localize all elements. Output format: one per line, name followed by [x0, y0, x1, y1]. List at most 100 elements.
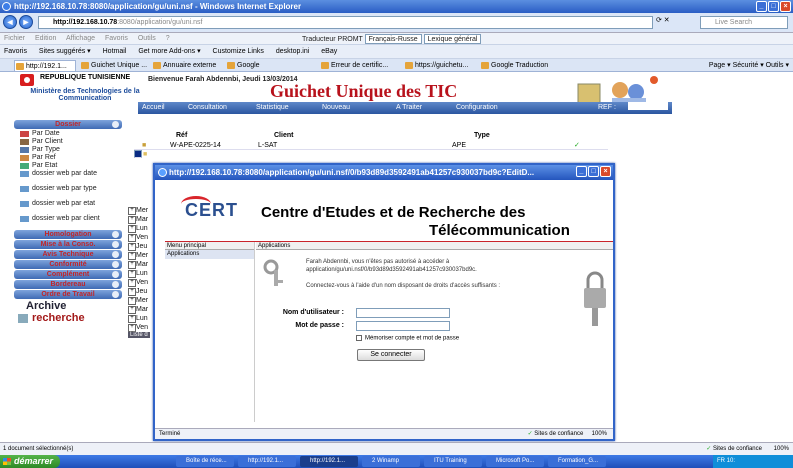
lexique-select[interactable]: Lexique général	[423, 34, 482, 44]
page-tools[interactable]: Page ▾ Sécurité ▾ Outils ▾	[709, 59, 789, 72]
fav-ebay[interactable]: eBay	[321, 48, 337, 55]
nav-consultation[interactable]: Consultation	[188, 102, 227, 114]
popup-zoom[interactable]: 100%	[592, 431, 607, 437]
toggle-icon[interactable]	[112, 281, 119, 288]
taskbar-item[interactable]: Boîte de réce...	[176, 456, 234, 467]
fav-addons[interactable]: Get more Add-ons ▾	[138, 48, 200, 55]
popup-maximize-button[interactable]: □	[588, 166, 599, 177]
sidebar-recherche[interactable]: recherche	[14, 312, 122, 324]
fav-customize[interactable]: Customize Links	[213, 48, 264, 55]
checkbox-icon[interactable]	[356, 335, 362, 341]
toggle-icon[interactable]	[112, 231, 119, 238]
sidebar-avis-technique[interactable]: Avis Technique	[14, 250, 122, 259]
menu-help[interactable]: ?	[166, 35, 170, 42]
col-client[interactable]: Client	[274, 132, 293, 139]
sidebar-mise-conso[interactable]: Mise à la Conso.	[14, 240, 122, 249]
menu-edition[interactable]: Edition	[35, 35, 56, 42]
sidebar-item-par-etat[interactable]: Par Etat	[14, 162, 122, 170]
password-input[interactable]	[356, 321, 450, 331]
popup-close-button[interactable]: ×	[600, 166, 611, 177]
popup-zone: Sites de confiance	[534, 431, 584, 437]
toggle-icon[interactable]	[112, 271, 119, 278]
sidebar-ordre-travail[interactable]: Ordre de Travail	[14, 290, 122, 299]
sidebar-section-label: Homologation	[44, 231, 92, 238]
toggle-icon[interactable]	[112, 241, 119, 248]
username-input[interactable]	[356, 308, 450, 318]
back-button[interactable]: ◄	[3, 15, 17, 29]
sidebar-bordereau[interactable]: Bordereau	[14, 280, 122, 289]
popup-minimize-button[interactable]: _	[576, 166, 587, 177]
fav-favoris[interactable]: Favoris	[4, 48, 27, 55]
sidebar-item-web-date[interactable]: dossier web par date	[14, 170, 122, 185]
sidebar-item-par-client[interactable]: Par Client	[14, 138, 122, 146]
fav-sites-suggeres[interactable]: Sites suggérés ▾	[39, 48, 91, 55]
toggle-icon[interactable]	[112, 251, 119, 258]
toggle-icon[interactable]	[112, 291, 119, 298]
sidebar-section-label: Complément	[46, 271, 90, 278]
app-header: REPUBLIQUE TUNISIENNE Ministère des Tech…	[8, 72, 672, 114]
tab-2[interactable]: Guichet Unique ...	[80, 60, 148, 71]
sidebar-item-par-type[interactable]: Par Type	[14, 146, 122, 154]
sidebar-homologation[interactable]: Homologation	[14, 230, 122, 239]
sidebar-complement[interactable]: Complément	[14, 270, 122, 279]
taskbar-item[interactable]: 2 Winamp	[362, 456, 420, 467]
start-button[interactable]: démarrer	[0, 455, 60, 468]
tab-1[interactable]: http://192.1...	[14, 60, 76, 71]
sidebar-conformite[interactable]: Conformité	[14, 260, 122, 269]
lang-select[interactable]: Français-Russe	[364, 34, 422, 44]
favorites-bar: Favoris Sites suggérés ▾ Hotmail Get mor…	[0, 45, 793, 59]
toggle-icon[interactable]	[112, 121, 119, 128]
maximize-button[interactable]: □	[768, 1, 779, 12]
fav-desktop[interactable]: desktop.ini	[276, 48, 309, 55]
sidebar-section-label: Avis Technique	[42, 251, 94, 258]
ie-icon	[158, 168, 167, 177]
address-bar[interactable]: http://192.168.10.78:8080/application/gu…	[38, 16, 653, 29]
sidebar-dossier-header[interactable]: Dossier	[14, 120, 122, 129]
menu-outils[interactable]: Outils	[138, 35, 156, 42]
sidebar-item-par-ref[interactable]: Par Ref	[14, 154, 122, 162]
menu-item-applications[interactable]: Applications	[165, 250, 254, 259]
sidebar-item-web-etat[interactable]: dossier web par etat	[14, 200, 122, 215]
table-row[interactable]: ■ W-APE-0225-14 L-SAT APE ✓	[134, 142, 608, 150]
remember-checkbox[interactable]: Mémoriser compte et mot de passe	[356, 335, 459, 342]
sidebar-item-label: dossier web par client	[32, 215, 100, 222]
forward-button[interactable]: ►	[19, 15, 33, 29]
sidebar-item-label: Par Etat	[32, 162, 58, 169]
nav-statistique[interactable]: Statistique	[256, 102, 289, 114]
col-type[interactable]: Type	[474, 132, 490, 139]
taskbar-item[interactable]: Formation_G...	[548, 456, 606, 467]
search-input[interactable]: Live Search	[700, 16, 788, 29]
tab-4[interactable]: Google	[226, 60, 276, 71]
table-row[interactable]: ■ AHO-0247-14 3S INFORMATIQUE Attestatio…	[134, 150, 501, 174]
row-client: L-SAT	[258, 142, 278, 149]
sidebar-archive[interactable]: Archive	[14, 300, 122, 312]
menu-fichier[interactable]: Fichier	[4, 35, 25, 42]
fav-hotmail[interactable]: Hotmail	[103, 48, 127, 55]
nav-configuration[interactable]: Configuration	[456, 102, 498, 114]
col-ref[interactable]: Réf	[176, 132, 187, 139]
tab-5[interactable]: Erreur de certific...	[320, 60, 400, 71]
tab-3[interactable]: Annuaire externe	[152, 60, 222, 71]
ref-input[interactable]	[628, 102, 668, 110]
menu-favoris[interactable]: Favoris	[105, 35, 128, 42]
login-button[interactable]: Se connecter	[357, 349, 425, 361]
nav-a-traiter[interactable]: A Traiter	[396, 102, 422, 114]
tab-7[interactable]: Google Traduction	[480, 60, 560, 71]
remember-label: Mémoriser compte et mot de passe	[365, 335, 460, 342]
refresh-icon[interactable]: ⟳ ✕	[656, 16, 670, 24]
close-button[interactable]: ×	[780, 1, 791, 12]
toggle-icon[interactable]	[112, 261, 119, 268]
taskbar-item[interactable]: http://192.1...	[238, 456, 296, 467]
tab-6[interactable]: https://guichetu...	[404, 60, 476, 71]
taskbar-item[interactable]: ITU Training	[424, 456, 482, 467]
taskbar-item[interactable]: Microsoft Po...	[486, 456, 544, 467]
nav-accueil[interactable]: Accueil	[142, 102, 165, 114]
taskbar-item[interactable]: http://192.1...	[300, 456, 358, 467]
sidebar-item-par-date[interactable]: Par Date	[14, 130, 122, 138]
nav-nouveau[interactable]: Nouveau	[322, 102, 350, 114]
status-zoom[interactable]: 100%	[774, 446, 789, 452]
sidebar-item-web-client[interactable]: dossier web par client	[14, 215, 122, 230]
menu-affichage[interactable]: Affichage	[66, 35, 95, 42]
sidebar-item-web-type[interactable]: dossier web par type	[14, 185, 122, 200]
minimize-button[interactable]: _	[756, 1, 767, 12]
